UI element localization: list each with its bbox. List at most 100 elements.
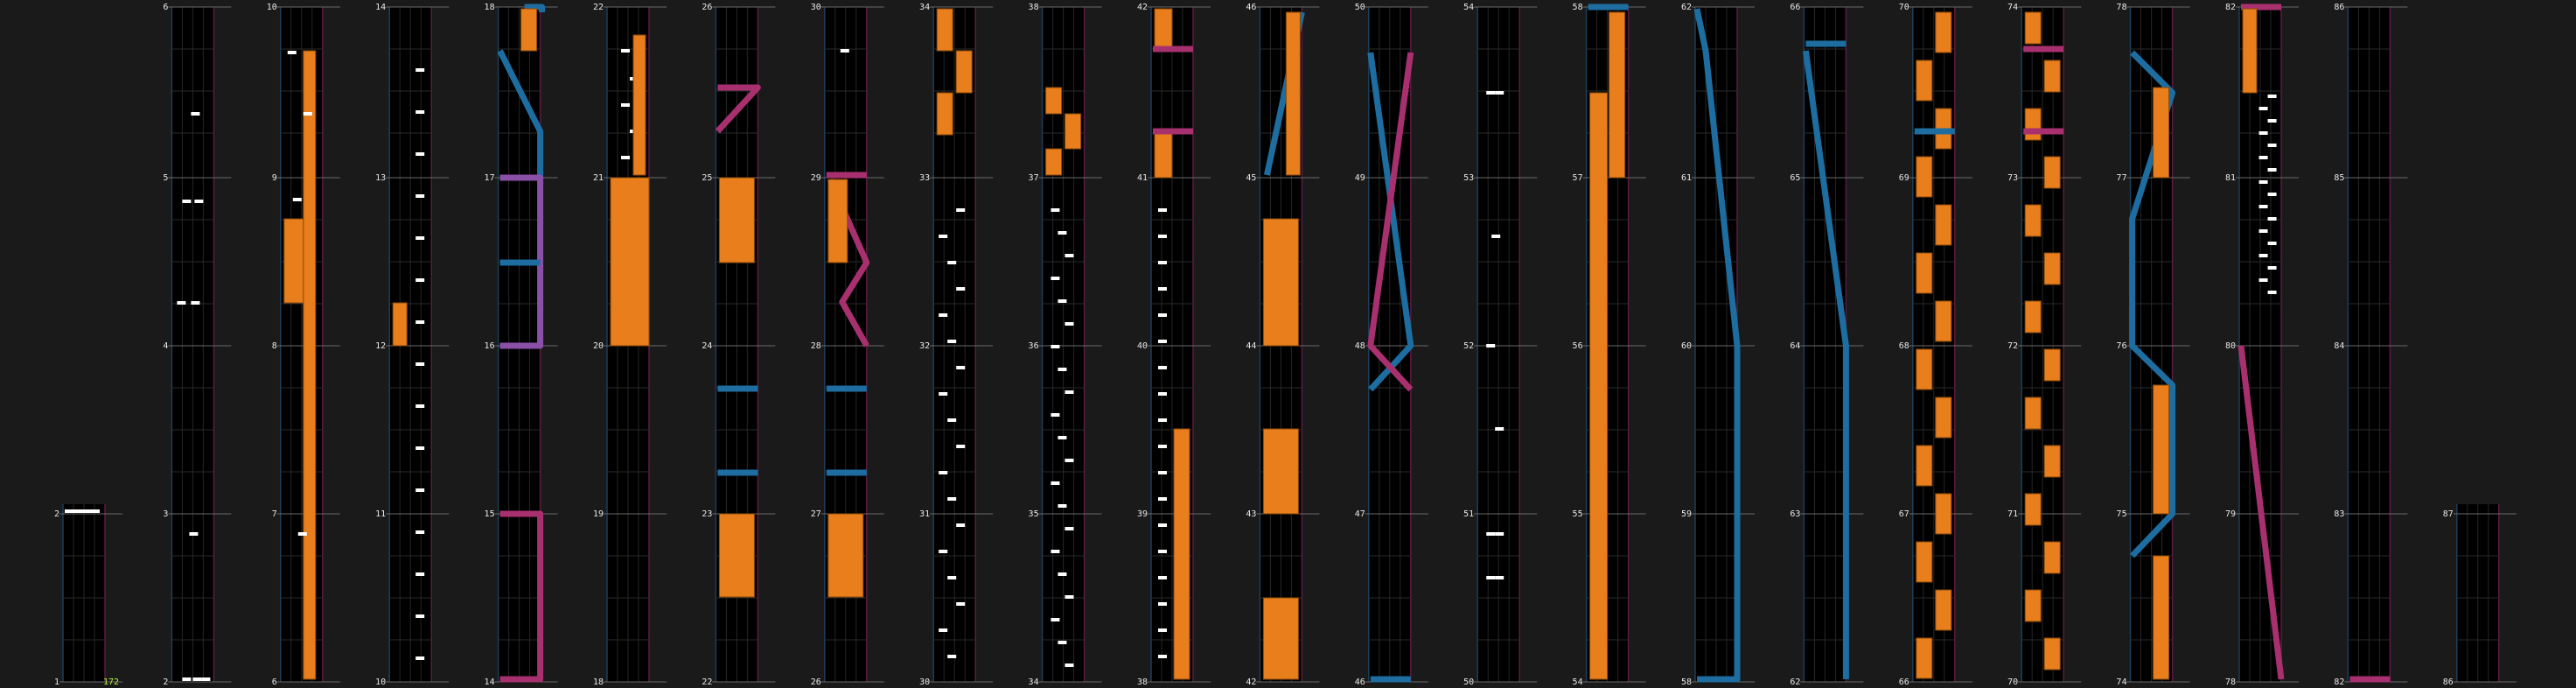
tap-note	[2267, 242, 2277, 245]
hold-note	[2043, 348, 2061, 382]
tap-note	[65, 509, 73, 513]
hold-note	[2043, 637, 2061, 670]
tap-note	[1158, 261, 1167, 264]
tap-note	[415, 362, 425, 366]
measure-number: 15	[485, 509, 495, 519]
tap-note	[182, 677, 192, 681]
tap-note	[1058, 641, 1067, 644]
measure-number: 54	[1573, 677, 1583, 687]
tap-note	[956, 602, 966, 606]
hold-note	[1154, 8, 1173, 52]
measure-number: 28	[811, 341, 821, 351]
measure-number: 53	[1463, 173, 1474, 183]
tap-note	[1058, 368, 1067, 371]
tap-note	[2258, 107, 2268, 110]
tap-note	[621, 156, 630, 159]
tap-note	[956, 445, 966, 448]
measure-number: 50	[1463, 677, 1474, 687]
tap-note	[191, 112, 200, 116]
combo-counter: 172	[103, 677, 119, 687]
tap-note	[2267, 291, 2277, 294]
measure-number: 76	[2117, 341, 2127, 351]
measure-number: 68	[1899, 341, 1909, 351]
measure-number: 46	[1246, 3, 1256, 12]
tap-note	[415, 236, 425, 240]
tap-note	[1158, 208, 1167, 212]
measure-number: 74	[2007, 3, 2018, 12]
measure-number: 82	[2225, 3, 2236, 12]
hold-note	[2024, 589, 2042, 622]
measure-number: 75	[2117, 509, 2127, 519]
tap-note	[2267, 119, 2277, 123]
tap-note	[947, 576, 957, 579]
measure-number: 6	[163, 3, 168, 12]
tap-note	[1158, 445, 1167, 448]
tap-note	[947, 340, 957, 343]
tap-note	[840, 49, 849, 53]
hold-note	[2043, 445, 2061, 478]
tap-note	[415, 278, 425, 282]
tap-note	[939, 313, 948, 317]
tap-note	[1495, 427, 1504, 431]
tap-note	[415, 656, 425, 660]
tap-note	[1065, 595, 1074, 599]
tap-note	[947, 497, 957, 501]
tap-note	[2258, 229, 2268, 233]
measure-number: 32	[919, 341, 930, 351]
measure-number: 82	[2334, 677, 2344, 687]
tap-note	[2267, 168, 2277, 172]
measure-number: 73	[2007, 173, 2018, 183]
hold-note	[1935, 204, 1952, 246]
measure-number: 34	[919, 3, 930, 12]
measure-number: 50	[1355, 3, 1365, 12]
hold-note	[1935, 589, 1952, 631]
measure-number: 13	[375, 173, 386, 183]
hold-note	[1916, 445, 1933, 487]
tap-note	[415, 320, 425, 324]
measure-number: 5	[163, 173, 168, 183]
tap-note	[297, 532, 307, 536]
tap-note	[1486, 576, 1496, 579]
tap-note	[1051, 208, 1060, 212]
tap-note	[194, 200, 204, 203]
tap-note	[1158, 497, 1167, 501]
hold-note	[1935, 493, 1952, 535]
measure-number: 8	[272, 341, 277, 351]
measure-number: 69	[1899, 173, 1909, 183]
tap-note	[287, 51, 297, 54]
measure-number: 34	[1029, 677, 1039, 687]
tap-note	[939, 471, 948, 474]
hold-note	[303, 50, 317, 680]
measure-number: 24	[702, 341, 712, 351]
tap-note	[415, 446, 425, 450]
hold-note	[1262, 428, 1299, 515]
measure-number: 83	[2334, 509, 2344, 519]
tap-note	[415, 572, 425, 576]
measure-number: 27	[811, 509, 821, 519]
measure-number: 49	[1355, 173, 1365, 183]
tap-note	[192, 677, 202, 681]
hold-note	[2024, 204, 2042, 237]
measure-number: 10	[267, 3, 277, 12]
measure-number: 42	[1246, 677, 1256, 687]
measure-number: 70	[2007, 677, 2018, 687]
tap-note	[2258, 278, 2268, 282]
tap-note	[303, 112, 312, 116]
measure-number: 63	[1790, 509, 1800, 519]
tap-note	[1158, 392, 1167, 396]
tap-note	[1065, 459, 1074, 462]
measure-number: 2	[54, 509, 59, 519]
tap-note	[939, 628, 948, 632]
measure-number: 33	[919, 173, 930, 183]
tap-note	[182, 200, 192, 203]
tap-note	[1065, 527, 1074, 530]
measure-number: 35	[1029, 509, 1039, 519]
tap-note	[2267, 193, 2277, 196]
measure-number: 46	[1355, 677, 1365, 687]
hold-note	[718, 177, 755, 263]
tap-note	[415, 68, 425, 72]
hold-note	[1916, 348, 1933, 390]
tap-note	[1158, 628, 1167, 632]
tap-note	[1158, 602, 1167, 606]
tap-note	[2258, 180, 2268, 184]
